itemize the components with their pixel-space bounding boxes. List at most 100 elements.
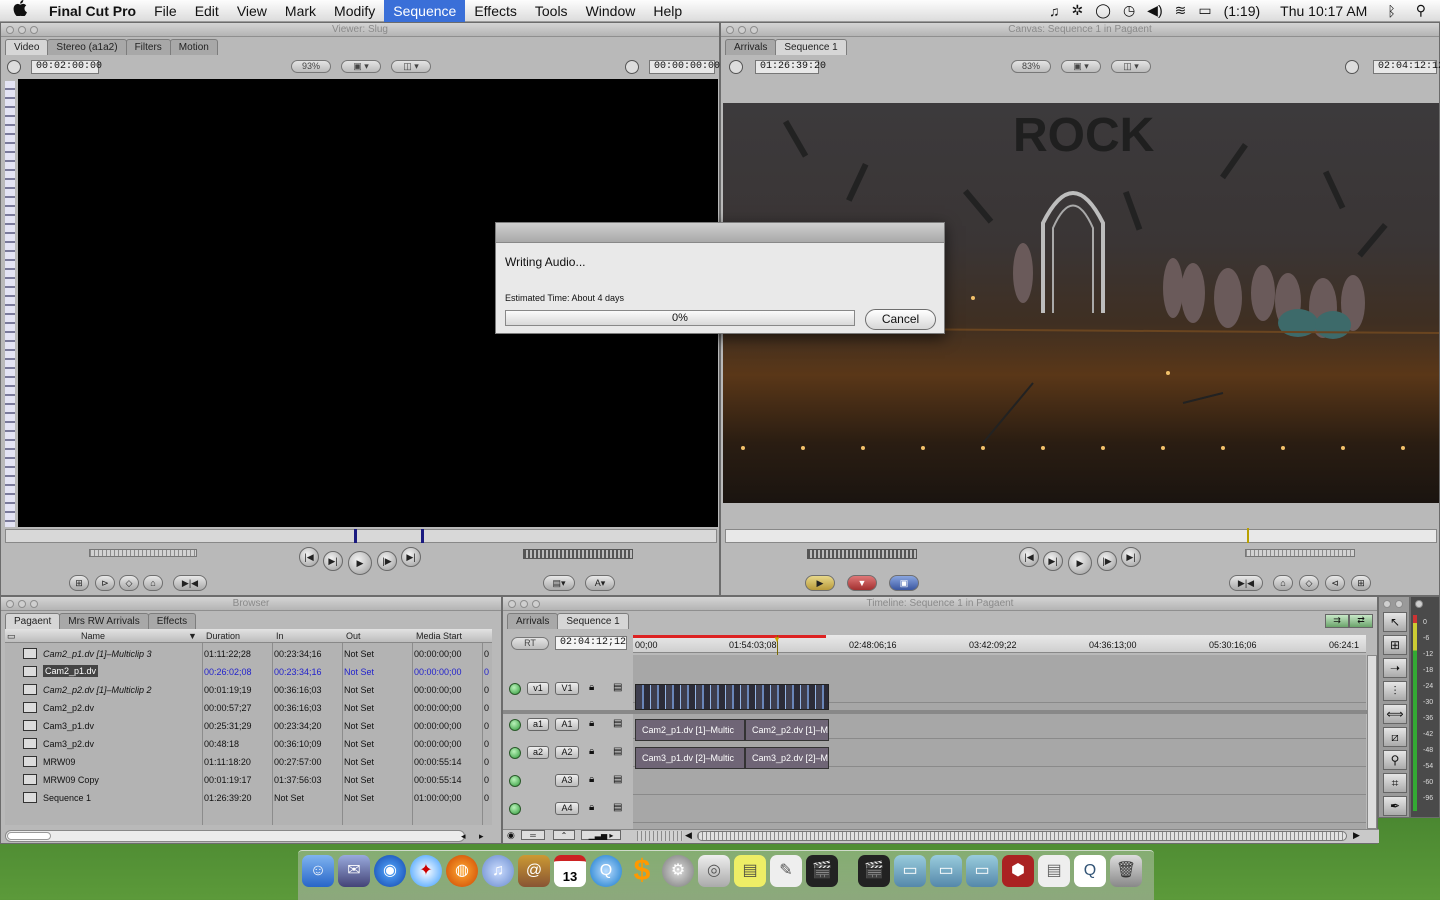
red-document-icon[interactable]: ⬢ xyxy=(1002,855,1034,887)
menu-sequence[interactable]: Sequence xyxy=(384,0,466,22)
go-to-previous-edit-button[interactable]: |◀ xyxy=(299,547,319,567)
address-book-icon[interactable]: @ xyxy=(518,855,550,887)
col-duration[interactable]: Duration xyxy=(206,629,240,643)
mark-in-button[interactable]: ⊳ xyxy=(95,575,115,591)
canvas-scrubber-bar[interactable] xyxy=(725,529,1437,543)
canvas-playhead-marker[interactable] xyxy=(1247,528,1249,543)
source-track-control[interactable]: a1 xyxy=(527,718,549,731)
canvas-display-popup[interactable]: ◫ ▾ xyxy=(1111,60,1151,73)
clip-overlays-button[interactable]: ◉ xyxy=(507,830,515,841)
viewer-display-popup[interactable]: ◫ ▾ xyxy=(391,60,431,73)
music-note-icon[interactable]: ♫ xyxy=(1049,3,1060,19)
match-frame-button[interactable]: ⊞ xyxy=(1351,575,1371,591)
viewer-marker-popup[interactable]: A▾ xyxy=(585,575,615,591)
canvas-zoom-popup[interactable]: 83% xyxy=(1011,60,1051,73)
canvas-jog-slider[interactable] xyxy=(1245,549,1355,557)
add-keyframe-button[interactable]: ⌂ xyxy=(143,575,163,591)
menu-file[interactable]: File xyxy=(145,0,186,22)
viewer-jog-control[interactable] xyxy=(523,549,633,559)
minimize-button[interactable] xyxy=(18,26,26,34)
menu-edit[interactable]: Edit xyxy=(186,0,228,22)
minimize-button[interactable] xyxy=(520,600,528,608)
viewer-view-popup[interactable]: ▣ ▾ xyxy=(341,60,381,73)
viewer-in-point-marker[interactable] xyxy=(354,529,357,543)
canvas-duration-timecode[interactable]: 01:26:39:20 xyxy=(755,60,826,74)
time-machine-icon[interactable]: ◷ xyxy=(1123,2,1135,19)
browser-row[interactable]: Cam3_p1.dv 00:25:31;29 00:23:34;20 Not Set 0… xyxy=(5,717,492,735)
close-button[interactable] xyxy=(726,26,734,34)
folder-icon[interactable]: ▭ xyxy=(966,855,998,887)
track-lock-icon[interactable]: 🔒︎ xyxy=(589,802,594,813)
cancel-button[interactable]: Cancel xyxy=(865,309,936,330)
mark-clip-button[interactable]: ◇ xyxy=(1299,575,1319,591)
add-keyframe-button[interactable]: ⌂ xyxy=(1273,575,1293,591)
track-visibility-toggle[interactable] xyxy=(509,747,521,759)
mark-out-button[interactable]: ◇ xyxy=(119,575,139,591)
canvas-view-popup[interactable]: ▣ ▾ xyxy=(1061,60,1101,73)
col-in[interactable]: In xyxy=(276,629,284,643)
timeline-ruler[interactable]: 00;00 01:54:03;08 02:48:06;16 03:42:09;2… xyxy=(633,635,1366,653)
bluetooth-icon[interactable]: ᛒ xyxy=(1387,3,1395,19)
system-preferences-icon[interactable]: ⚙ xyxy=(662,855,694,887)
source-track-control[interactable]: a2 xyxy=(527,746,549,759)
rt-popup[interactable]: RT xyxy=(511,637,549,650)
stickies-icon[interactable]: ▤ xyxy=(734,855,766,887)
zoom-button[interactable] xyxy=(532,600,540,608)
minimize-button[interactable] xyxy=(1395,600,1403,608)
mark-out-button[interactable]: ⊲ xyxy=(1325,575,1345,591)
destination-track-control[interactable]: A1 xyxy=(555,718,579,731)
browser-row[interactable]: Sequence 1 01:26:39:20 Not Set Not Set 01:00… xyxy=(5,789,492,807)
zoom-button[interactable] xyxy=(30,26,38,34)
safari-icon[interactable]: ✦ xyxy=(410,855,442,887)
replace-edit-button[interactable]: ▣ xyxy=(889,575,919,591)
close-button[interactable] xyxy=(1383,600,1391,608)
ichat-icon[interactable]: ◉ xyxy=(374,855,406,887)
viewer-shuttle-slider[interactable] xyxy=(89,549,197,557)
selection-tool-icon[interactable]: ↖ xyxy=(1383,612,1407,632)
tab-sequence-1[interactable]: Sequence 1 xyxy=(557,613,629,629)
viewer-current-timecode[interactable]: 00:00:00:00 xyxy=(649,60,720,74)
clapper-app-icon[interactable]: 🎬 xyxy=(858,855,890,887)
money-app-icon[interactable]: $ xyxy=(626,855,658,887)
timeline-scroll-right-icon[interactable]: ▶ xyxy=(1353,830,1360,841)
match-frame-button[interactable]: ⊞ xyxy=(69,575,89,591)
browser-row[interactable]: Cam2_p2.dv [1]–Multiclip 2 00:01:19;19 00:… xyxy=(5,681,492,699)
audio-clip-a2-1[interactable]: Cam3_p1.dv [2]–Multic xyxy=(635,747,745,769)
text-file-icon[interactable]: Q xyxy=(1074,855,1106,887)
track-size-popup[interactable]: ▁▃▅ ▸ xyxy=(581,830,621,840)
tab-stereo[interactable]: Stereo (a1a2) xyxy=(47,39,127,55)
track-select-tool-icon[interactable]: ➝ xyxy=(1383,658,1407,678)
viewer-generator-popup[interactable]: ▤▾ xyxy=(543,575,575,591)
slip-tool-icon[interactable]: ⟺ xyxy=(1383,704,1407,724)
tab-video[interactable]: Video xyxy=(5,39,49,55)
go-to-next-edit-button[interactable]: ▶| xyxy=(1121,547,1141,567)
track-visibility-toggle[interactable] xyxy=(509,775,521,787)
browser-row[interactable]: MRW09 Copy 00:01:19:17 01:37:56:03 Not Set 0… xyxy=(5,771,492,789)
zoom-button[interactable] xyxy=(750,26,758,34)
pen-tool-icon[interactable]: ✒ xyxy=(1383,796,1407,816)
viewer-scrubber-bar[interactable] xyxy=(5,529,717,543)
snapping-button[interactable]: ⇉ xyxy=(1325,614,1349,628)
add-marker-button[interactable]: ▶|◀ xyxy=(1229,575,1263,591)
scroll-right-arrow-icon[interactable]: ▸ xyxy=(479,831,484,842)
col-out[interactable]: Out xyxy=(346,629,361,643)
viewer-zoom-popup[interactable]: 93% xyxy=(291,60,331,73)
menu-mark[interactable]: Mark xyxy=(276,0,325,22)
browser-row[interactable]: Cam2_p1.dv [1]–Multiclip 3 01:11:22;28 00:… xyxy=(5,645,492,663)
timeline-vertical-scrollbar[interactable] xyxy=(1367,655,1377,829)
auto-select-icon[interactable]: ▤ xyxy=(613,802,622,813)
track-height-control[interactable]: ═ xyxy=(521,830,545,840)
play-button[interactable]: ▶ xyxy=(348,551,372,575)
scroll-left-arrow-icon[interactable]: ◂ xyxy=(461,831,466,842)
browser-row[interactable]: Cam3_p2.dv 00:48:18 00:36:10;09 Not Set 00:0… xyxy=(5,735,492,753)
battery-time[interactable]: (1:19) xyxy=(1224,3,1261,19)
play-around-button[interactable]: |▶ xyxy=(377,551,397,571)
destination-track-control[interactable]: A2 xyxy=(555,746,579,759)
tab-arrivals[interactable]: Arrivals xyxy=(507,613,559,629)
folder-icon[interactable]: ▭ xyxy=(894,855,926,887)
folder-icon[interactable]: ▭ xyxy=(930,855,962,887)
asterisk-status-icon[interactable]: ✲ xyxy=(1072,2,1084,19)
canvas-shuttle-control[interactable] xyxy=(807,549,917,559)
minimize-button[interactable] xyxy=(738,26,746,34)
play-in-to-out-button[interactable]: ▶| xyxy=(1043,551,1063,571)
